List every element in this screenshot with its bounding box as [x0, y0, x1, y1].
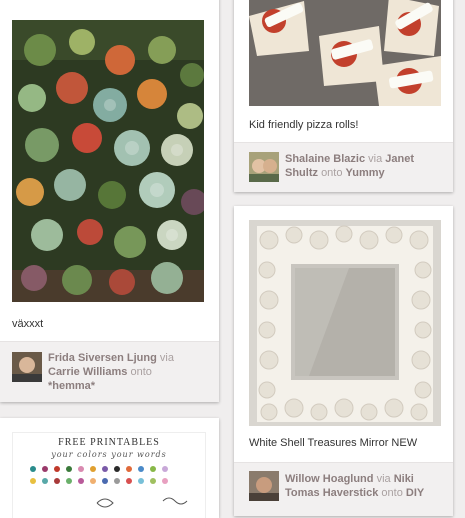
avatar-photo [249, 471, 279, 501]
board-link[interactable]: Yummy [346, 167, 385, 179]
via-label: via [368, 153, 383, 165]
printables-title: FREE PRINTABLES [58, 437, 160, 448]
printables-subtitle: your colors your words [51, 450, 167, 459]
pin-card-pizza-rolls[interactable]: Kid friendly pizza rolls! Shalaine Blazi… [234, 0, 453, 192]
pin-image-printables[interactable]: FREE PRINTABLES your colors your words [12, 432, 206, 518]
via-label: via [159, 352, 174, 364]
pin-description: växxxt [12, 318, 44, 330]
pin-image-pizza-rolls[interactable] [249, 0, 441, 106]
pin-card-succulents[interactable]: växxxt Frida Siversen Ljung via Carrie W… [0, 0, 219, 402]
shell-mirror-photo [249, 220, 441, 426]
pin-card-printables[interactable]: FREE PRINTABLES your colors your words [0, 418, 219, 518]
pinner-link[interactable]: Frida Siversen Ljung [48, 352, 157, 364]
pin-description: Kid friendly pizza rolls! [249, 119, 359, 131]
pinner-link[interactable]: Willow Hoaglund [285, 473, 374, 485]
avatar[interactable] [12, 352, 42, 382]
color-swatches [30, 466, 188, 508]
pin-card-shell-mirror[interactable]: White Shell Treasures Mirror NEW Willow … [234, 206, 453, 516]
source-link[interactable]: Carrie Williams [48, 366, 127, 378]
avatar[interactable] [249, 152, 279, 182]
pin-credit: Frida Siversen Ljung via Carrie Williams… [48, 351, 213, 393]
pizza-rolls-photo [249, 0, 441, 106]
avatar[interactable] [249, 471, 279, 501]
pin-image-shell-mirror[interactable] [249, 220, 441, 426]
avatar-photo [12, 352, 42, 382]
pin-attribution: Frida Siversen Ljung via Carrie Williams… [0, 341, 219, 402]
pin-description: White Shell Treasures Mirror NEW [249, 437, 418, 449]
pin-attribution: Willow Hoaglund via Niki Tomas Haverstic… [234, 462, 453, 516]
succulent-photo [12, 20, 204, 302]
onto-label: onto [381, 487, 403, 499]
pin-credit: Willow Hoaglund via Niki Tomas Haverstic… [285, 472, 450, 500]
pin-image-succulents[interactable] [12, 20, 204, 302]
onto-label: onto [130, 366, 152, 378]
board-link[interactable]: DIY [406, 487, 424, 499]
onto-label: onto [321, 167, 343, 179]
pin-board: { "pins": [ { "description": "växxxt", "… [0, 0, 465, 518]
avatar-photo [249, 152, 279, 182]
pin-attribution: Shalaine Blazic via Janet Shultz onto Yu… [234, 142, 453, 192]
pin-credit: Shalaine Blazic via Janet Shultz onto Yu… [285, 152, 450, 180]
board-link[interactable]: *hemma* [48, 380, 95, 392]
via-label: via [376, 473, 391, 485]
pinner-link[interactable]: Shalaine Blazic [285, 153, 365, 165]
